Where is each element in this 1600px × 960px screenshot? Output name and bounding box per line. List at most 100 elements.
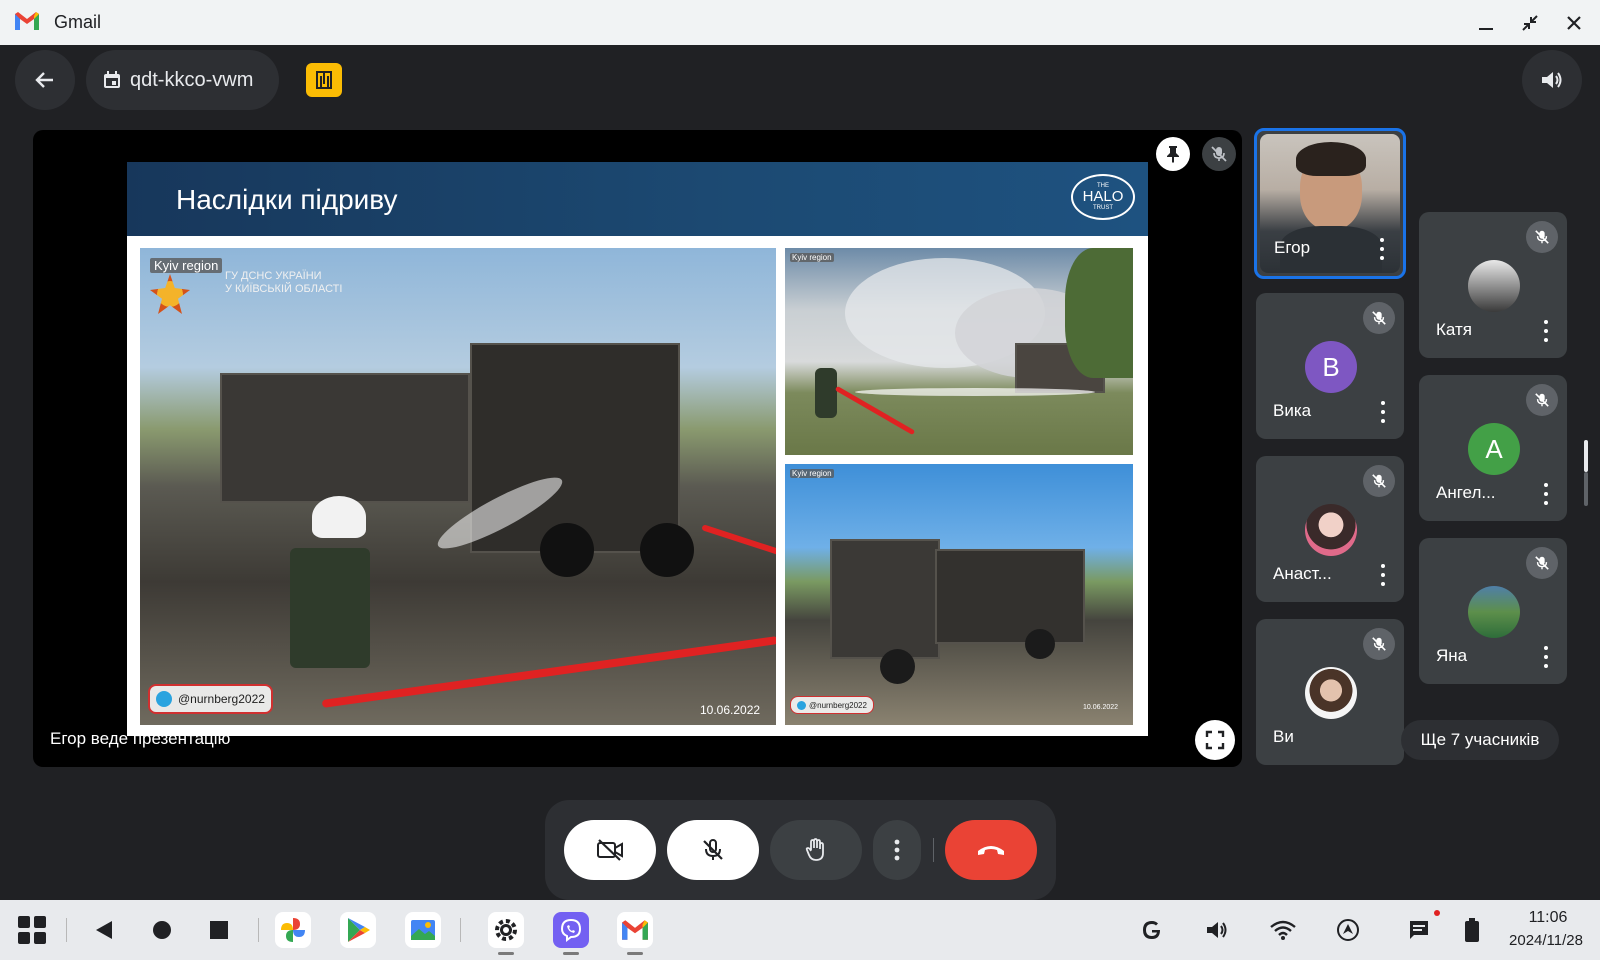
gmail-logo-icon — [15, 12, 39, 30]
google-status-icon[interactable] — [1134, 912, 1170, 948]
participant-tile-self[interactable]: Ви — [1256, 619, 1404, 765]
triangle-back-icon — [96, 921, 112, 939]
participant-name: Ангел... — [1436, 483, 1496, 502]
volume-status-button[interactable] — [1200, 912, 1236, 948]
minimize-button[interactable] — [1471, 8, 1501, 38]
close-button[interactable] — [1559, 8, 1589, 38]
presentation-indicator[interactable] — [306, 63, 342, 97]
calendar-icon — [104, 71, 120, 88]
restore-button[interactable] — [1515, 8, 1545, 38]
app-settings[interactable] — [488, 912, 524, 948]
battery-status-button[interactable] — [1454, 912, 1490, 948]
arrow-back-icon — [35, 72, 53, 88]
call-end-icon — [978, 846, 1004, 855]
region-tag: Kyiv region — [790, 469, 834, 478]
pin-button[interactable] — [1156, 137, 1190, 171]
volume-icon — [1542, 72, 1562, 88]
participant-tile-vika[interactable]: В Вика — [1256, 293, 1404, 439]
fullscreen-button[interactable] — [1195, 720, 1235, 760]
more-options-icon[interactable] — [1541, 320, 1551, 342]
nav-recents-button[interactable] — [201, 912, 237, 948]
avatar — [1468, 260, 1520, 312]
minimize-icon — [1479, 28, 1493, 30]
photo-burned-truck-main: Kyiv region ГУ ДСНС УКРАЇНИ У КИЇВСЬКІЙ … — [140, 248, 776, 725]
more-options-icon[interactable] — [1377, 238, 1387, 260]
circle-home-icon — [153, 921, 171, 939]
telegram-badge: @nurnberg2022 — [790, 696, 874, 714]
tiles-scrollbar-thumb[interactable] — [1584, 440, 1588, 472]
play-store-icon — [348, 918, 370, 942]
leave-call-button[interactable] — [945, 820, 1037, 880]
nav-home-button[interactable] — [144, 912, 180, 948]
more-options-icon[interactable] — [1541, 646, 1551, 668]
participant-tile-angel[interactable]: А Ангел... — [1419, 375, 1567, 521]
app-gmail[interactable] — [617, 912, 653, 948]
participant-tile-yana[interactable]: Яна — [1419, 538, 1567, 684]
avatar — [1305, 667, 1357, 719]
avatar — [1468, 586, 1520, 638]
app-google-photos[interactable] — [275, 912, 311, 948]
app-launcher-button[interactable] — [14, 912, 50, 948]
region-tag: Kyiv region — [790, 253, 834, 262]
grid-icon — [18, 916, 46, 944]
navigation-icon — [1337, 919, 1359, 941]
window-titlebar: Gmail — [0, 0, 1600, 45]
mic-off-icon — [1526, 547, 1558, 579]
clock-time[interactable]: 11:06 — [1498, 909, 1598, 927]
more-options-icon[interactable] — [1378, 401, 1388, 423]
fullscreen-icon — [1205, 730, 1225, 750]
controls-divider — [933, 838, 934, 862]
camera-off-icon — [597, 839, 623, 861]
participant-name: Яна — [1436, 646, 1468, 665]
participant-name: Егор — [1274, 238, 1311, 257]
back-button[interactable] — [15, 50, 75, 110]
audio-output-button[interactable] — [1522, 50, 1582, 110]
mic-off-icon — [1211, 146, 1227, 162]
mic-off-icon — [1363, 628, 1395, 660]
app-viber[interactable] — [553, 912, 589, 948]
notification-dot — [1434, 910, 1440, 916]
camera-toggle-button[interactable] — [564, 820, 656, 880]
tiles-scrollbar-track — [1584, 472, 1588, 506]
more-options-icon[interactable] — [1541, 483, 1551, 505]
microphone-toggle-button[interactable] — [667, 820, 759, 880]
mic-off-icon — [1526, 384, 1558, 416]
more-options-icon[interactable] — [1378, 564, 1388, 586]
avatar — [1305, 504, 1357, 556]
avatar: А — [1468, 423, 1520, 475]
pinwheel-icon — [281, 918, 305, 942]
presenter-muted-indicator — [1202, 137, 1236, 171]
more-options-button[interactable] — [873, 820, 921, 880]
wifi-status-button[interactable] — [1265, 912, 1301, 948]
region-tag: Kyiv region — [150, 258, 223, 273]
app-play-store[interactable] — [340, 912, 376, 948]
raise-hand-button[interactable] — [770, 820, 862, 880]
photo-truck-on-fire: Kyiv region — [785, 248, 1133, 455]
gallery-icon — [411, 920, 435, 940]
present-screen-icon — [316, 71, 332, 89]
avatar: В — [1305, 341, 1357, 393]
mic-off-icon — [703, 839, 723, 860]
nav-back-button[interactable] — [86, 912, 122, 948]
settings-gear-icon — [495, 919, 517, 941]
navigation-status-button[interactable] — [1330, 912, 1366, 948]
collapse-icon — [1522, 15, 1538, 31]
google-g-icon — [1143, 921, 1160, 939]
presentation-stage[interactable]: Наслідки підриву THE HALO TRUST Kyiv reg… — [33, 130, 1242, 767]
meeting-info-chip[interactable]: qdt-kkco-vwm — [86, 50, 279, 110]
halo-trust-logo: THE HALO TRUST — [1071, 174, 1135, 220]
notifications-button[interactable] — [1401, 912, 1437, 948]
participant-tile-katya[interactable]: Катя — [1419, 212, 1567, 358]
telegram-icon — [797, 700, 806, 710]
clock-date[interactable]: 2024/11/28 — [1494, 932, 1598, 949]
participant-tile-egor[interactable]: Егор — [1254, 128, 1406, 279]
close-icon — [1567, 16, 1581, 30]
participant-name: Анаст... — [1273, 564, 1332, 583]
meeting-code: qdt-kkco-vwm — [130, 68, 254, 91]
window-title: Gmail — [54, 12, 102, 32]
app-gallery[interactable] — [405, 912, 441, 948]
call-controls — [545, 800, 1056, 900]
more-participants-button[interactable]: Ще 7 учасників — [1401, 720, 1559, 760]
participant-tile-anast[interactable]: Анаст... — [1256, 456, 1404, 602]
presentation-slide: Наслідки підриву THE HALO TRUST Kyiv reg… — [127, 162, 1148, 736]
